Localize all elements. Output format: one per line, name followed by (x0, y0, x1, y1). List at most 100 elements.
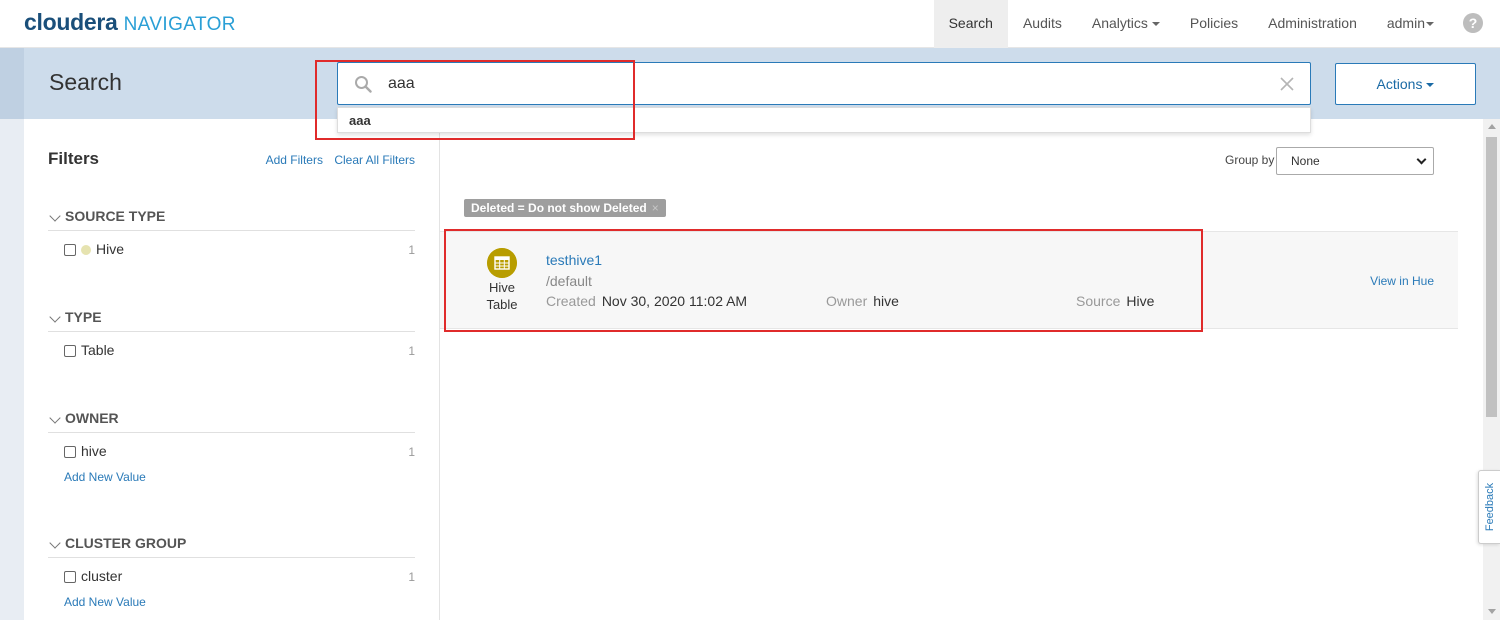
meta-created-label: Created (546, 293, 596, 309)
chip-label: Deleted = Do not show Deleted (471, 201, 647, 215)
filter-checkbox[interactable] (64, 446, 76, 459)
feedback-label: Feedback (1483, 482, 1496, 532)
facet-item-count: 1 (408, 445, 415, 459)
facet-header[interactable]: TYPE (48, 307, 415, 332)
logo-brand: cloudera (24, 9, 118, 35)
chevron-down-icon (49, 210, 61, 222)
filter-checkbox[interactable] (64, 345, 76, 358)
search-input[interactable] (388, 71, 1248, 97)
nav-search[interactable]: Search (933, 0, 1008, 48)
feedback-tab[interactable]: Feedback (1478, 470, 1500, 544)
facet-title: OWNER (65, 410, 119, 426)
result-row[interactable]: Hive Table testhive1 /default Created Nov… (440, 231, 1458, 329)
filters-panel: Filters Add Filters Clear All Filters SO… (24, 119, 440, 620)
facet-item-label: Table (81, 342, 115, 358)
scroll-thumb[interactable] (1486, 137, 1497, 417)
nav-administration[interactable]: Administration (1253, 0, 1372, 48)
nav-audits-label: Audits (1022, 15, 1062, 31)
facet-owner: OWNER hive 1 Add New Value (48, 408, 415, 484)
entity-type-line1: Hive (488, 280, 515, 295)
page-title: Search (49, 69, 122, 95)
filter-checkbox[interactable] (64, 571, 76, 584)
caret-down-icon (1151, 22, 1160, 27)
facet-title: TYPE (65, 309, 102, 325)
meta-source: Source Hive (1076, 293, 1154, 309)
logo-product: NAVIGATOR (123, 14, 236, 35)
meta-owner-label: Owner (826, 293, 868, 309)
search-suggestions: aaa (337, 107, 1311, 133)
facet-item-label: hive (81, 443, 107, 459)
caret-down-icon (1426, 83, 1435, 88)
help-icon: ? (1463, 13, 1483, 33)
clear-icon[interactable] (1278, 75, 1296, 93)
results-panel: Group by None Deleted = Do not show Dele… (440, 119, 1483, 620)
add-filters-link[interactable]: Add Filters (266, 153, 323, 167)
facet-item: Table 1 (48, 342, 415, 366)
facet-item-count: 1 (408, 243, 415, 257)
filter-links: Add Filters Clear All Filters (258, 153, 415, 167)
add-new-value-link[interactable]: Add New Value (48, 595, 415, 609)
top-navbar: cloudera NAVIGATOR Search Audits Analyti… (0, 0, 1500, 48)
meta-created-value: Nov 30, 2020 11:02 AM (601, 293, 748, 309)
facet-header[interactable]: SOURCE TYPE (48, 206, 415, 231)
add-new-value-link[interactable]: Add New Value (48, 470, 415, 484)
app-logo[interactable]: cloudera NAVIGATOR (24, 9, 236, 36)
facet-header[interactable]: OWNER (48, 408, 415, 433)
scroll-up-icon[interactable] (1488, 124, 1496, 129)
meta-source-value: Hive (1126, 293, 1155, 309)
facet-header[interactable]: CLUSTER GROUP (48, 533, 415, 558)
nav-policies[interactable]: Policies (1175, 0, 1253, 48)
nav-analytics-label: Analytics (1091, 15, 1148, 31)
group-by-label: Group by (1225, 153, 1275, 167)
nav-analytics[interactable]: Analytics (1077, 0, 1175, 48)
filter-checkbox[interactable] (64, 244, 76, 257)
nav-user-label: admin (1386, 15, 1425, 31)
result-name-link[interactable]: testhive1 (546, 252, 602, 268)
facet-source-type: SOURCE TYPE Hive 1 (48, 206, 415, 265)
facet-title: SOURCE TYPE (65, 208, 166, 224)
clear-all-filters-link[interactable]: Clear All Filters (334, 153, 415, 167)
search-icon (355, 76, 372, 93)
group-by-select[interactable]: None (1276, 147, 1434, 175)
facet-item-count: 1 (408, 570, 415, 584)
entity-type-line2: Table (486, 297, 518, 312)
result-path: /default (546, 273, 592, 289)
suggestion-item[interactable]: aaa (349, 113, 371, 128)
scroll-down-icon[interactable] (1488, 609, 1496, 614)
entity-type-label: Hive Table (472, 279, 532, 313)
source-color-dot (81, 245, 91, 256)
search-box[interactable] (337, 62, 1311, 105)
nav-help[interactable]: ? (1449, 0, 1500, 48)
nav-policies-label: Policies (1189, 15, 1239, 31)
close-icon[interactable]: × (652, 201, 659, 215)
results-scrollbar[interactable] (1483, 119, 1500, 620)
meta-owner: Owner hive (826, 293, 899, 309)
nav-administration-label: Administration (1268, 15, 1357, 31)
meta-source-label: Source (1076, 293, 1121, 309)
meta-owner-value: hive (873, 293, 899, 309)
filters-title: Filters (48, 149, 100, 168)
view-in-hue-link[interactable]: View in Hue (1370, 274, 1434, 288)
chevron-down-icon (49, 412, 61, 424)
caret-down-icon (1426, 22, 1434, 27)
filter-chip[interactable]: Deleted = Do not show Deleted × (464, 199, 666, 217)
actions-button[interactable]: Actions (1335, 63, 1476, 105)
facet-item-count: 1 (408, 344, 415, 358)
left-gutter (0, 119, 24, 620)
chevron-down-icon (1416, 154, 1427, 165)
nav-audits[interactable]: Audits (1008, 0, 1077, 48)
hive-table-icon (487, 248, 517, 278)
facet-item-label: cluster (81, 568, 123, 584)
group-by-value: None (1291, 154, 1320, 168)
nav-search-label: Search (948, 15, 993, 31)
facet-item: hive 1 (48, 443, 415, 467)
chevron-down-icon (49, 537, 61, 549)
facet-item-label: Hive (96, 241, 125, 257)
band-gutter (0, 48, 24, 119)
facet-type: TYPE Table 1 (48, 307, 415, 366)
chevron-down-icon (49, 311, 61, 323)
nav-user-menu[interactable]: admin (1372, 0, 1449, 48)
facet-item: Hive 1 (48, 241, 415, 265)
actions-label: Actions (1376, 76, 1423, 92)
facet-title: CLUSTER GROUP (65, 535, 187, 551)
